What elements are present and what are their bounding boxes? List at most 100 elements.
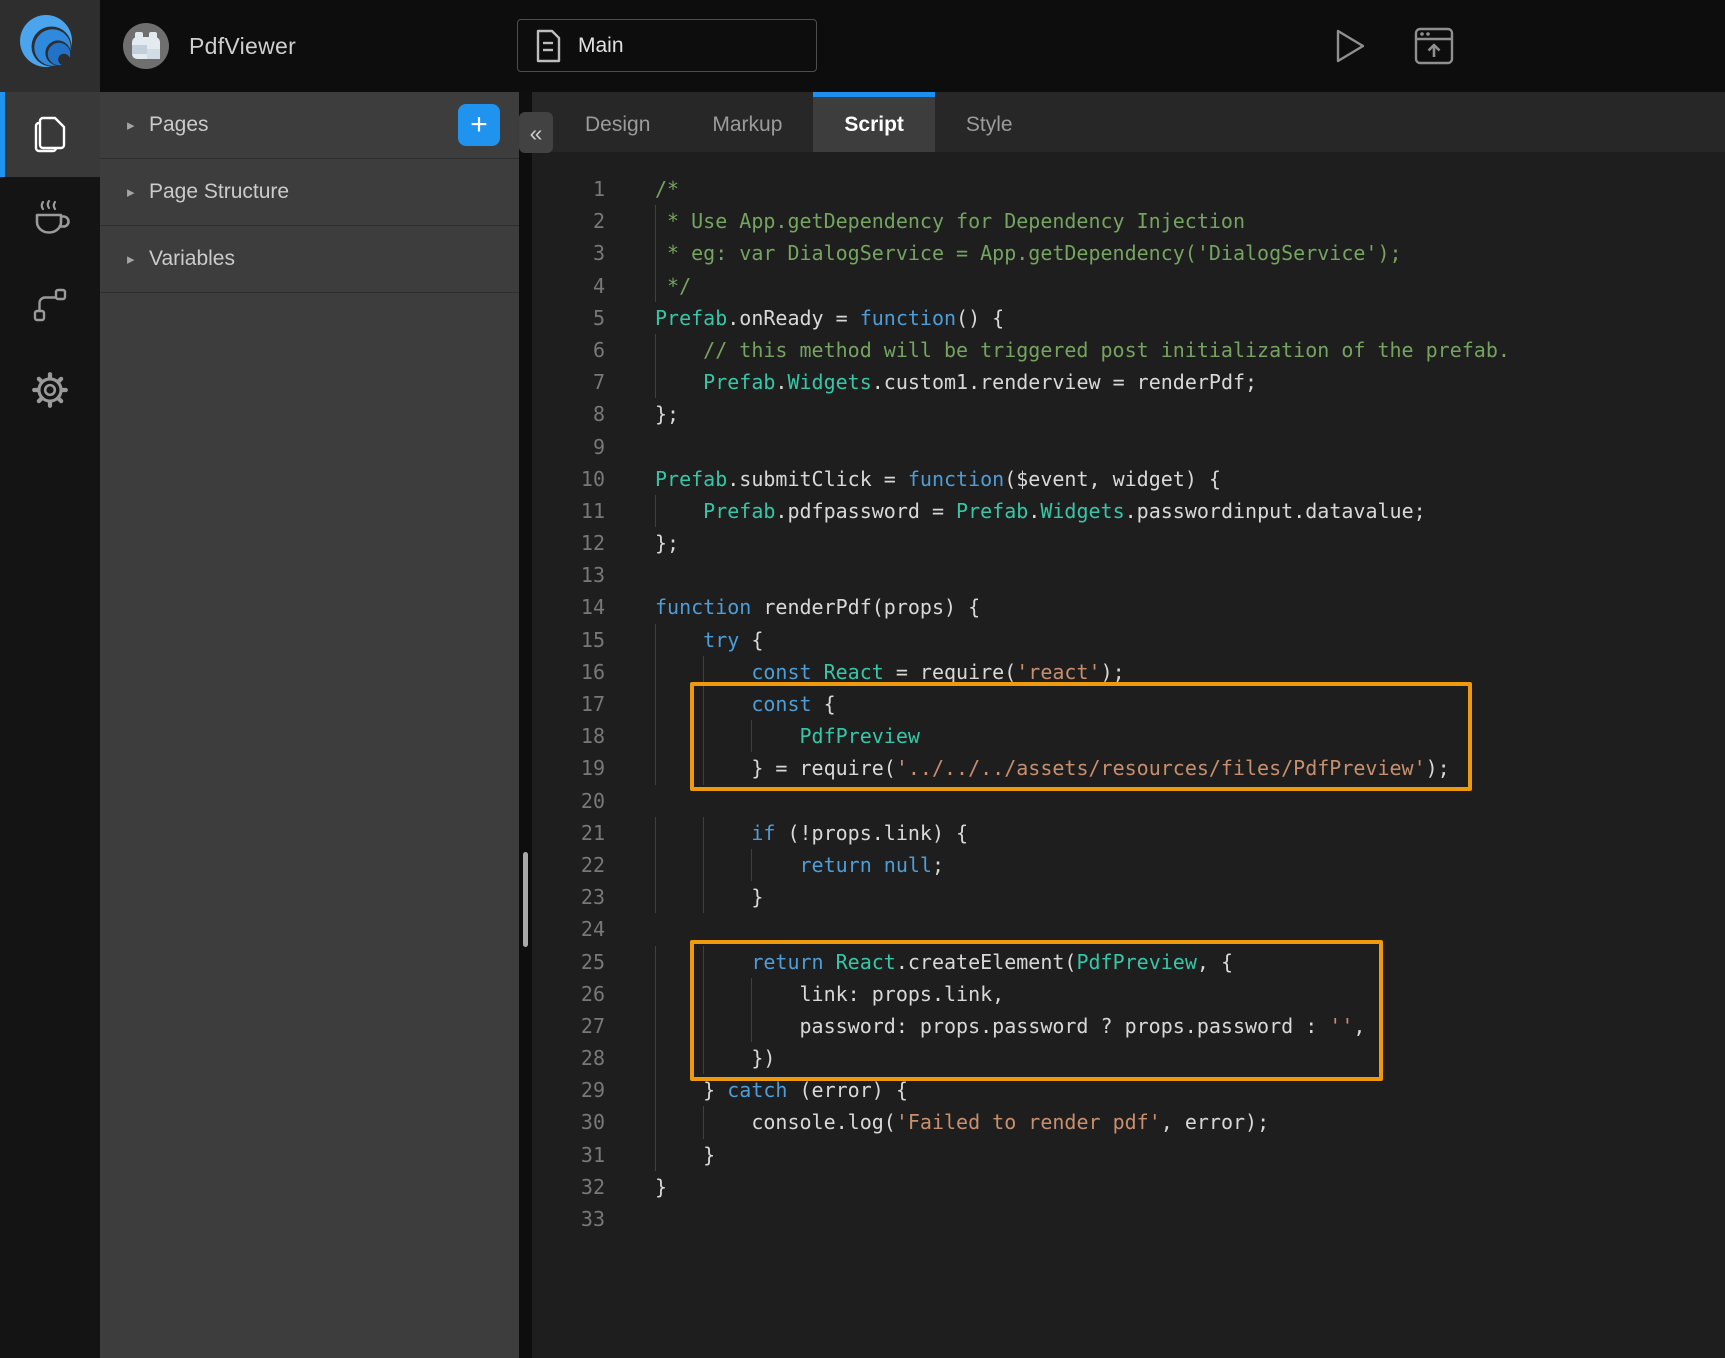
line-number: 4: [532, 270, 605, 302]
code-text: [605, 1203, 1725, 1235]
line-number: 7: [532, 366, 605, 398]
indent-guide: [655, 270, 656, 302]
indent-guide: [703, 1106, 704, 1138]
indent-guide: [655, 688, 656, 720]
indent-guide: [655, 366, 656, 398]
main-page-label: Main: [578, 34, 624, 58]
section-pages[interactable]: ▸ Pages +: [100, 92, 519, 159]
triangle-right-icon: ▸: [127, 116, 141, 134]
code-text: link: props.link,: [605, 978, 1725, 1010]
code-lines: 1/*2 * Use App.getDependency for Depende…: [532, 173, 1725, 1235]
sidebar-item-api-designer[interactable]: [0, 262, 100, 347]
code-text: */: [605, 270, 1725, 302]
line-number: 17: [532, 688, 605, 720]
indent-guide: [703, 720, 704, 752]
preview-in-window-button[interactable]: [1413, 26, 1455, 66]
code-text: Prefab.submitClick = function($event, wi…: [605, 463, 1725, 495]
indent-guide: [751, 849, 752, 881]
code-line: 20: [532, 785, 1725, 817]
line-number: 27: [532, 1010, 605, 1042]
line-number: 20: [532, 785, 605, 817]
indent-guide: [655, 946, 656, 978]
code-editor[interactable]: 1/*2 * Use App.getDependency for Depende…: [532, 152, 1725, 1358]
code-text: console.log('Failed to render pdf', erro…: [605, 1106, 1725, 1138]
main-page-button[interactable]: Main: [517, 19, 817, 72]
indent-guide: [703, 688, 704, 720]
code-text: }: [605, 881, 1725, 913]
code-text: return null;: [605, 849, 1725, 881]
wavemaker-logo[interactable]: [0, 0, 100, 92]
code-line: 28 }): [532, 1042, 1725, 1074]
line-number: 13: [532, 559, 605, 591]
line-number: 6: [532, 334, 605, 366]
line-number: 22: [532, 849, 605, 881]
line-number: 2: [532, 205, 605, 237]
top-bar: PdfViewer Main: [0, 0, 1725, 92]
code-text: } = require('../../../assets/resources/f…: [605, 752, 1725, 784]
indent-guide: [703, 1042, 704, 1074]
indent-guide: [655, 1074, 656, 1106]
code-text: [605, 785, 1725, 817]
code-line: 5Prefab.onReady = function() {: [532, 302, 1725, 334]
code-text: PdfPreview: [605, 720, 1725, 752]
coffee-cup-icon: [28, 198, 72, 242]
code-text: const {: [605, 688, 1725, 720]
sidebar-item-pages[interactable]: [0, 92, 100, 177]
indent-guide: [655, 334, 656, 366]
triangle-right-icon: ▸: [127, 250, 141, 268]
collapse-panel-button[interactable]: «: [519, 112, 553, 153]
scrollbar-thumb[interactable]: [523, 852, 528, 947]
triangle-right-icon: ▸: [127, 183, 141, 201]
code-text: Prefab.pdfpassword = Prefab.Widgets.pass…: [605, 495, 1725, 527]
section-variables[interactable]: ▸ Variables: [100, 226, 519, 293]
code-text: function renderPdf(props) {: [605, 591, 1725, 623]
line-number: 25: [532, 946, 605, 978]
indent-guide: [703, 1010, 704, 1042]
line-number: 3: [532, 237, 605, 269]
code-text: };: [605, 527, 1725, 559]
code-text: }): [605, 1042, 1725, 1074]
section-pages-label: Pages: [149, 113, 209, 137]
line-number: 8: [532, 398, 605, 430]
code-line: 4 */: [532, 270, 1725, 302]
indent-guide: [703, 817, 704, 849]
run-button[interactable]: [1333, 27, 1367, 65]
code-text: };: [605, 398, 1725, 430]
play-icon: [1333, 27, 1367, 65]
code-line: 17 const {: [532, 688, 1725, 720]
sidebar-item-java-services[interactable]: [0, 177, 100, 262]
code-text: // this method will be triggered post in…: [605, 334, 1725, 366]
line-number: 12: [532, 527, 605, 559]
pages-panel: ▸ Pages + ▸ Page Structure ▸ Variables: [100, 92, 519, 1358]
code-line: 18 PdfPreview: [532, 720, 1725, 752]
indent-guide: [655, 817, 656, 849]
left-icon-strip: [0, 92, 100, 1358]
code-text: [605, 559, 1725, 591]
line-number: 11: [532, 495, 605, 527]
tab-style[interactable]: Style: [935, 92, 1044, 152]
indent-guide: [703, 978, 704, 1010]
line-number: 5: [532, 302, 605, 334]
code-line: 31 }: [532, 1139, 1725, 1171]
line-number: 26: [532, 978, 605, 1010]
tab-script[interactable]: Script: [813, 92, 935, 152]
indent-guide: [751, 1010, 752, 1042]
add-page-button[interactable]: +: [458, 104, 500, 146]
indent-guide: [655, 978, 656, 1010]
indent-guide: [703, 946, 704, 978]
section-page-structure[interactable]: ▸ Page Structure: [100, 159, 519, 226]
tab-markup[interactable]: Markup: [681, 92, 813, 152]
code-text: password: props.password ? props.passwor…: [605, 1010, 1725, 1042]
section-page-structure-label: Page Structure: [149, 180, 289, 204]
indent-guide: [655, 1139, 656, 1171]
editor-tabs: Design Markup Script Style: [532, 92, 1725, 152]
code-text: [605, 913, 1725, 945]
tab-design[interactable]: Design: [554, 92, 681, 152]
line-number: 31: [532, 1139, 605, 1171]
code-line: 27 password: props.password ? props.pass…: [532, 1010, 1725, 1042]
sidebar-item-settings[interactable]: [0, 347, 100, 432]
code-line: 19 } = require('../../../assets/resource…: [532, 752, 1725, 784]
code-text: try {: [605, 624, 1725, 656]
code-line: 2 * Use App.getDependency for Dependency…: [532, 205, 1725, 237]
line-number: 19: [532, 752, 605, 784]
